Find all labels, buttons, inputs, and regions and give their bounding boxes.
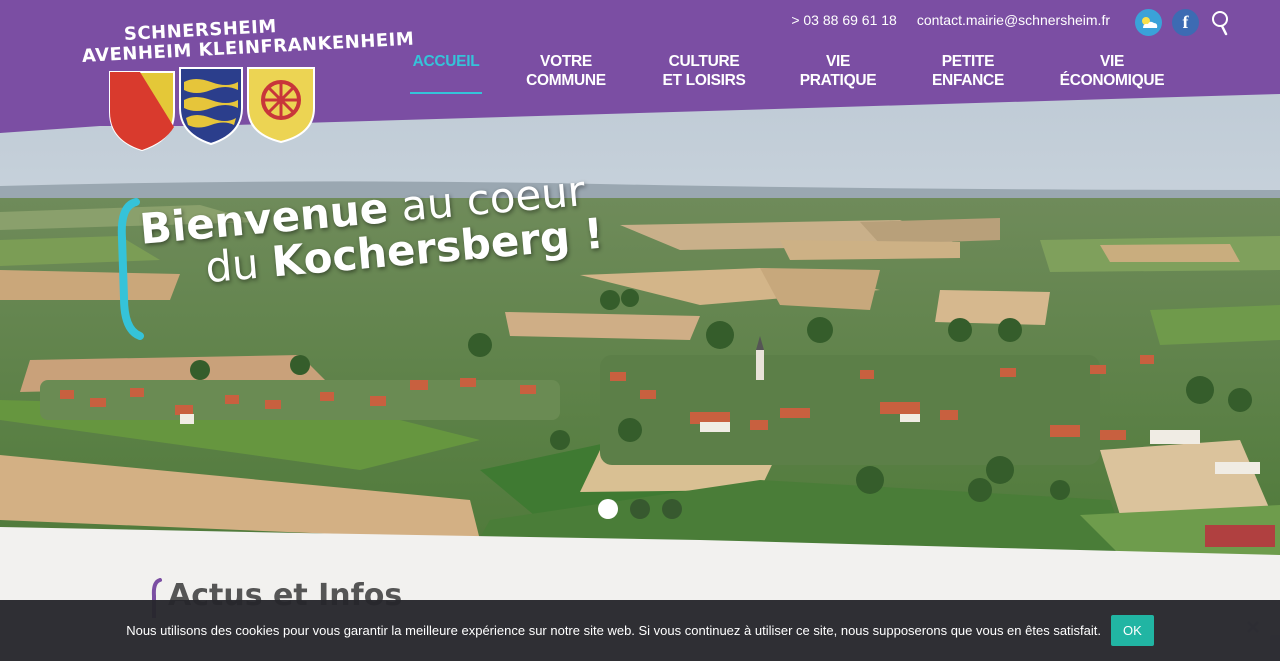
email-link[interactable]: contact.mairie@schnersheim.fr <box>917 12 1110 28</box>
welcome-rest-2: du <box>203 237 274 293</box>
nav-vie-pratique[interactable]: VIE PRATIQUE <box>793 52 883 90</box>
site-logo[interactable]: SCHNERSHEIM AVENHEIM KLEINFRANKENHEIM <box>80 16 415 153</box>
nav-active-indicator <box>410 92 482 94</box>
slider-dot-2[interactable] <box>630 499 650 519</box>
slider-dot-3[interactable] <box>662 499 682 519</box>
cookie-banner: Nous utilisons des cookies pour vous gar… <box>0 600 1280 661</box>
contact-bar: > 03 88 69 61 18 contact.mairie@schnersh… <box>791 12 1110 28</box>
nav-accueil[interactable]: ACCUEIL <box>412 52 480 71</box>
close-icon[interactable] <box>1246 620 1260 634</box>
weather-icon[interactable] <box>1135 9 1162 36</box>
nav-culture-et-loisirs[interactable]: CULTURE ET LOISIRS <box>656 52 752 90</box>
nav-votre-commune[interactable]: VOTRE COMMUNE <box>518 52 614 90</box>
cookie-ok-button[interactable]: OK <box>1111 615 1154 646</box>
nav-vie-economique[interactable]: VIE ÉCONOMIQUE <box>1054 52 1170 90</box>
site-header: SCHNERSHEIM AVENHEIM KLEINFRANKENHEIM > … <box>0 0 1280 151</box>
phone-link[interactable]: > 03 88 69 61 18 <box>791 12 897 28</box>
slider-dots <box>598 499 682 519</box>
nav-petite-enfance[interactable]: PETITE ENFANCE <box>922 52 1014 90</box>
slider-dot-1[interactable] <box>598 499 618 519</box>
facebook-glyph: f <box>1182 12 1189 32</box>
search-icon[interactable] <box>1209 9 1231 36</box>
facebook-icon[interactable]: f <box>1172 9 1199 36</box>
coat-of-arms-icon <box>109 67 315 151</box>
cookie-message: Nous utilisons des cookies pour vous gar… <box>126 623 1101 638</box>
social-icons: f <box>1135 9 1231 36</box>
